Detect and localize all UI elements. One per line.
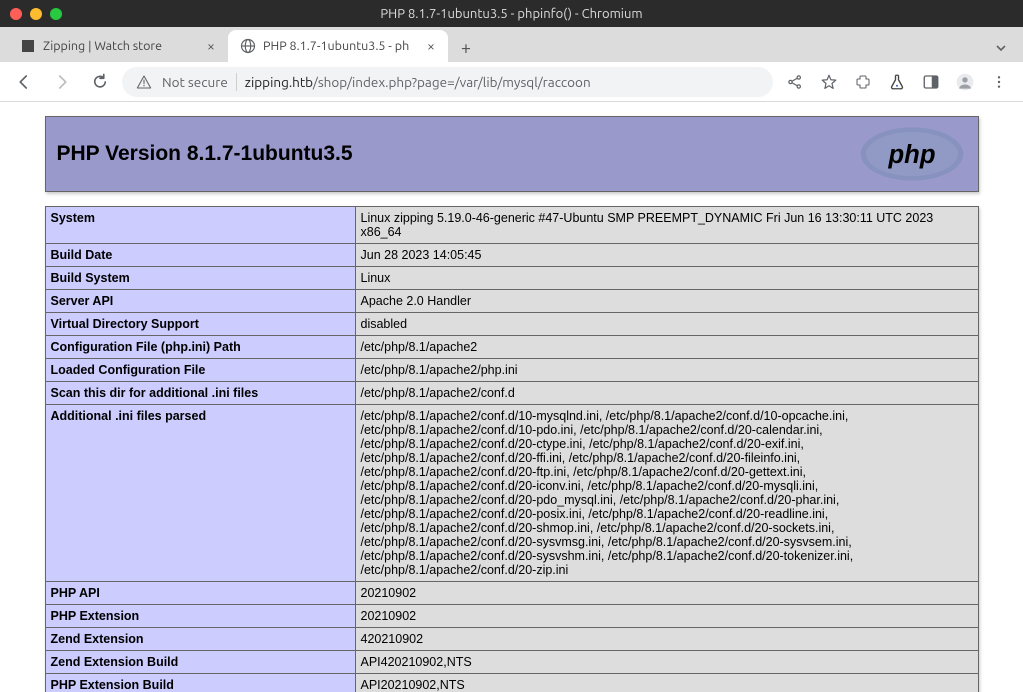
nav-back-button[interactable] (8, 66, 40, 98)
table-row: SystemLinux zipping 5.19.0-46-generic #4… (45, 207, 978, 244)
config-value: Linux (355, 267, 978, 290)
config-key: PHP API (45, 582, 355, 605)
minimize-window-button[interactable] (30, 8, 42, 20)
table-row: Configuration File (php.ini) Path/etc/ph… (45, 336, 978, 359)
side-panel-button[interactable] (915, 66, 947, 98)
config-value: Linux zipping 5.19.0-46-generic #47-Ubun… (355, 207, 978, 244)
config-value: 20210902 (355, 605, 978, 628)
favicon-icon (20, 38, 36, 54)
table-row: PHP Extension BuildAPI20210902,NTS (45, 674, 978, 692)
phpinfo-header-table: PHP Version 8.1.7-1ubuntu3.5 php (45, 116, 979, 192)
config-key: Build System (45, 267, 355, 290)
bookmark-button[interactable] (813, 66, 845, 98)
tab-strip: Zipping | Watch store × PHP 8.1.7-1ubunt… (0, 27, 1023, 62)
config-value: /etc/php/8.1/apache2 (355, 336, 978, 359)
close-tab-button[interactable]: × (204, 39, 218, 53)
table-row: Loaded Configuration File/etc/php/8.1/ap… (45, 359, 978, 382)
table-row: Server APIApache 2.0 Handler (45, 290, 978, 313)
config-key: Loaded Configuration File (45, 359, 355, 382)
reload-button[interactable] (84, 66, 116, 98)
globe-icon (240, 38, 256, 54)
table-row: PHP Extension20210902 (45, 605, 978, 628)
config-value: Jun 28 2023 14:05:45 (355, 244, 978, 267)
config-key: Virtual Directory Support (45, 313, 355, 336)
browser-toolbar: Not secure zipping.htb/shop/index.php?pa… (0, 62, 1023, 102)
config-value: disabled (355, 313, 978, 336)
page-viewport[interactable]: PHP Version 8.1.7-1ubuntu3.5 php SystemL… (0, 102, 1023, 692)
table-row: Build SystemLinux (45, 267, 978, 290)
config-value: /etc/php/8.1/apache2/conf.d/10-mysqlnd.i… (355, 405, 978, 582)
table-row: Build DateJun 28 2023 14:05:45 (45, 244, 978, 267)
close-window-button[interactable] (10, 8, 22, 20)
url-host: zipping.htb (245, 74, 313, 90)
config-key: Server API (45, 290, 355, 313)
config-value: Apache 2.0 Handler (355, 290, 978, 313)
config-key: Build Date (45, 244, 355, 267)
table-row: PHP API20210902 (45, 582, 978, 605)
tab-list-dropdown[interactable] (987, 34, 1015, 62)
config-key: Additional .ini files parsed (45, 405, 355, 582)
new-tab-button[interactable]: + (452, 34, 480, 62)
window-title: PHP 8.1.7-1ubuntu3.5 - phpinfo() - Chrom… (0, 7, 1023, 21)
table-row: Zend Extension420210902 (45, 628, 978, 651)
svg-text:php: php (887, 141, 935, 169)
table-row: Scan this dir for additional .ini files/… (45, 382, 978, 405)
share-button[interactable] (779, 66, 811, 98)
not-secure-icon (134, 72, 154, 92)
browser-tab-phpinfo[interactable]: PHP 8.1.7-1ubuntu3.5 - ph × (228, 30, 448, 62)
config-key: Scan this dir for additional .ini files (45, 382, 355, 405)
separator (236, 73, 237, 91)
browser-menu-button[interactable] (983, 66, 1015, 98)
window-controls (10, 8, 62, 20)
config-value: /etc/php/8.1/apache2/php.ini (355, 359, 978, 382)
extension-icon-flask[interactable] (881, 66, 913, 98)
config-key: Configuration File (php.ini) Path (45, 336, 355, 359)
table-row: Additional .ini files parsed/etc/php/8.1… (45, 405, 978, 582)
config-key: Zend Extension (45, 628, 355, 651)
url-path: /shop/index.php?page=/var/lib/mysql/racc… (313, 74, 591, 90)
nav-forward-button[interactable] (46, 66, 78, 98)
table-row: Virtual Directory Supportdisabled (45, 313, 978, 336)
config-key: PHP Extension (45, 605, 355, 628)
maximize-window-button[interactable] (50, 8, 62, 20)
extensions-button[interactable] (847, 66, 879, 98)
config-value: 420210902 (355, 628, 978, 651)
close-tab-button[interactable]: × (424, 39, 438, 53)
window-titlebar: PHP 8.1.7-1ubuntu3.5 - phpinfo() - Chrom… (0, 0, 1023, 27)
config-key: System (45, 207, 355, 244)
php-logo-icon: php (857, 124, 967, 184)
address-bar[interactable]: Not secure zipping.htb/shop/index.php?pa… (122, 67, 773, 97)
browser-tab-zipping[interactable]: Zipping | Watch store × (8, 30, 228, 62)
profile-button[interactable] (949, 66, 981, 98)
config-value: API420210902,NTS (355, 651, 978, 674)
config-key: Zend Extension Build (45, 651, 355, 674)
config-value: 20210902 (355, 582, 978, 605)
tab-title: PHP 8.1.7-1ubuntu3.5 - ph (263, 39, 417, 53)
config-key: PHP Extension Build (45, 674, 355, 692)
config-value: /etc/php/8.1/apache2/conf.d (355, 382, 978, 405)
tab-title: Zipping | Watch store (43, 39, 197, 53)
phpinfo-table: SystemLinux zipping 5.19.0-46-generic #4… (45, 206, 979, 692)
table-row: Zend Extension BuildAPI420210902,NTS (45, 651, 978, 674)
security-label: Not secure (162, 74, 228, 90)
config-value: API20210902,NTS (355, 674, 978, 692)
php-version-heading: PHP Version 8.1.7-1ubuntu3.5 (57, 142, 353, 166)
